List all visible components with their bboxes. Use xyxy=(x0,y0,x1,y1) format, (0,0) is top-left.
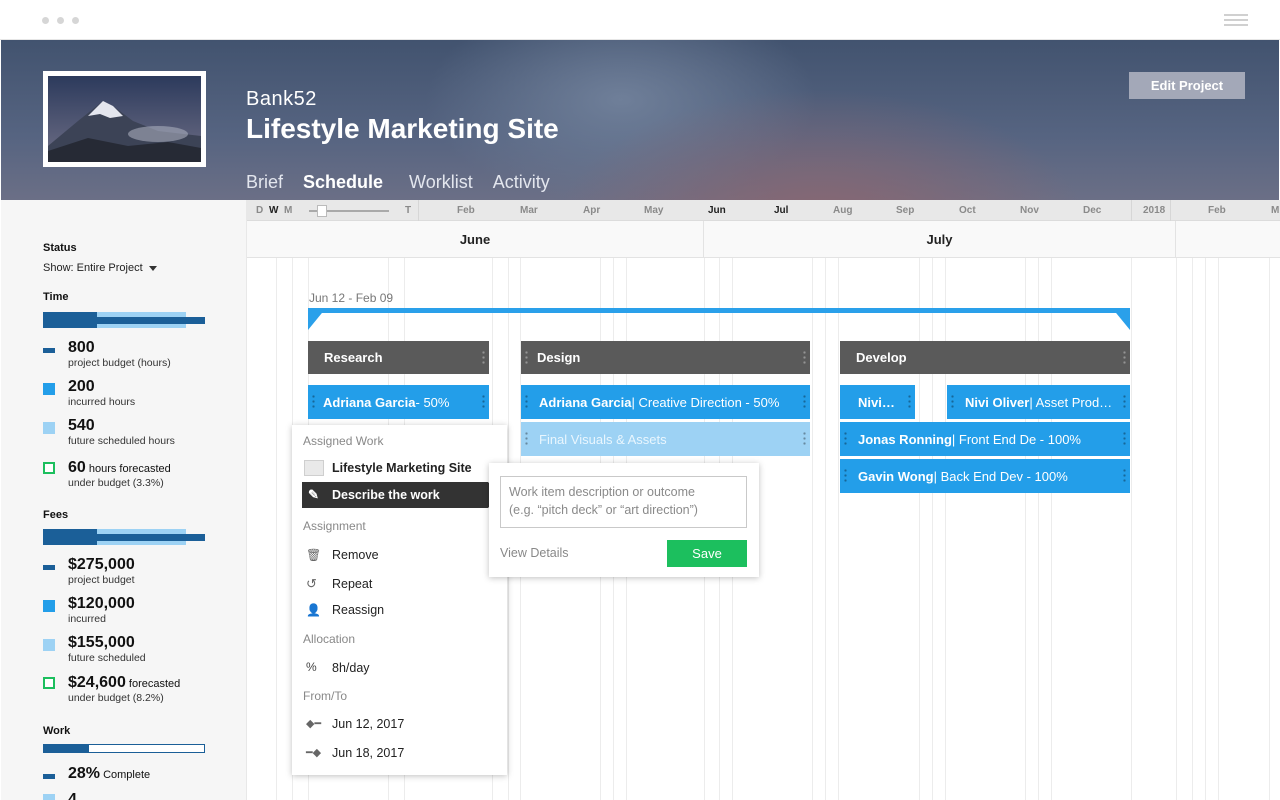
describe-work-item[interactable]: ✎ Describe the work xyxy=(302,482,500,508)
project-date-range: Jun 12 - Feb 09 xyxy=(309,291,394,305)
allocation-value[interactable]: 8h/day xyxy=(332,661,370,675)
caret-down-icon xyxy=(148,265,157,271)
month-header-june: June xyxy=(247,221,704,258)
work-label: Work xyxy=(43,725,71,737)
task-bar[interactable]: Jonas Ronning | Front End De - 100% xyxy=(840,422,1130,456)
start-date-icon: ◆━ xyxy=(306,718,322,730)
repeat-icon: ↺ xyxy=(306,576,317,591)
fees-label: Fees xyxy=(43,509,69,521)
ruler-month[interactable]: Jul xyxy=(774,205,788,216)
task-bar[interactable]: Final Visuals & Assets xyxy=(521,422,810,456)
task-bar[interactable]: Nivi Oliver | Asset Prod… xyxy=(947,385,1130,419)
phase-label: Research xyxy=(324,350,383,365)
mountain-photo-icon xyxy=(48,76,201,162)
time-label: Time xyxy=(43,291,69,303)
client-name: Bank52 xyxy=(246,88,317,110)
zoom-week[interactable]: W xyxy=(269,205,278,216)
remove-menu-item[interactable]: Remove xyxy=(332,548,379,562)
phase-label: Develop xyxy=(856,350,907,365)
assignment-header: Assignment xyxy=(303,519,366,533)
window-dot-icon xyxy=(57,17,64,24)
ruler-month[interactable]: M xyxy=(1271,205,1279,216)
ruler-month[interactable]: Feb xyxy=(1208,205,1226,216)
page-title: Lifestyle Marketing Site xyxy=(246,113,559,144)
ruler-month[interactable]: Feb xyxy=(457,205,475,216)
describe-work-popover: View Details Save xyxy=(489,463,759,577)
ruler-month[interactable]: Nov xyxy=(1020,205,1039,216)
pencil-icon: ✎ xyxy=(308,487,319,502)
month-header-july: July xyxy=(704,221,1176,258)
assignment-context-menu: Assigned Work Lifestyle Marketing Site ✎… xyxy=(292,425,507,775)
project-span-bar[interactable] xyxy=(308,308,1130,330)
tab-worklist[interactable]: Worklist xyxy=(409,172,473,193)
ruler-month[interactable]: May xyxy=(644,205,663,216)
hamburger-menu-icon[interactable] xyxy=(1224,14,1248,29)
project-header: Bank52 Lifestyle Marketing Site Brief Sc… xyxy=(1,40,1279,200)
save-button[interactable]: Save xyxy=(667,540,747,567)
to-date[interactable]: Jun 18, 2017 xyxy=(332,746,404,760)
ruler-month[interactable]: Dec xyxy=(1083,205,1101,216)
task-bar[interactable]: Gavin Wong | Back End Dev - 100% xyxy=(840,459,1130,493)
window-chrome xyxy=(0,0,1280,40)
work-description-input[interactable] xyxy=(500,476,747,528)
ruler-year[interactable]: 2018 xyxy=(1143,205,1165,216)
tab-activity[interactable]: Activity xyxy=(493,172,550,193)
task-bar[interactable]: Nivi… xyxy=(840,385,915,419)
tab-brief[interactable]: Brief xyxy=(246,172,283,193)
show-filter-dropdown[interactable]: Show: Entire Project xyxy=(43,262,157,274)
fees-budget-bar xyxy=(43,529,205,545)
tab-schedule[interactable]: Schedule xyxy=(303,172,383,193)
sidebar: Status Show: Entire Project Time 800 proj… xyxy=(1,200,247,800)
show-filter-label: Show: Entire Project xyxy=(43,262,143,274)
end-date-icon: ━◆ xyxy=(306,747,322,759)
window-dot-icon xyxy=(72,17,79,24)
from-to-header: From/To xyxy=(303,689,348,703)
edit-project-button[interactable]: Edit Project xyxy=(1129,72,1245,99)
trash-icon: 🗑 xyxy=(306,548,322,562)
month-header-next xyxy=(1176,221,1280,258)
zoom-day[interactable]: D xyxy=(256,205,263,216)
ruler-month[interactable]: Aug xyxy=(833,205,852,216)
ruler-month[interactable]: Sep xyxy=(896,205,914,216)
from-date[interactable]: Jun 12, 2017 xyxy=(332,717,404,731)
work-item-checkbox[interactable] xyxy=(304,460,324,476)
phase-label: Design xyxy=(537,350,581,365)
ruler-month[interactable]: Mar xyxy=(520,205,538,216)
view-details-link[interactable]: View Details xyxy=(500,546,569,560)
zoom-slider-handle[interactable] xyxy=(317,205,327,217)
work-progress-bar xyxy=(43,744,205,753)
work-progress-fill xyxy=(44,745,89,752)
phase-research[interactable]: Research xyxy=(308,341,489,374)
ruler-month[interactable]: Jun xyxy=(708,205,726,216)
assigned-work-header: Assigned Work xyxy=(303,434,384,448)
window-dot-icon xyxy=(42,17,49,24)
describe-work-label: Describe the work xyxy=(332,488,440,502)
phase-develop[interactable]: Develop xyxy=(840,341,1130,374)
ruler-month[interactable]: Oct xyxy=(959,205,976,216)
timeline-ruler: D W M T Feb Mar Apr May Jun Jul Aug Sep … xyxy=(247,200,1280,221)
time-budget-bar xyxy=(43,312,205,328)
reassign-menu-item[interactable]: Reassign xyxy=(332,603,384,617)
task-bar[interactable]: Adriana Garcia - 50% xyxy=(308,385,489,419)
percent-icon: % xyxy=(306,660,317,674)
zoom-total[interactable]: T xyxy=(405,205,411,216)
ruler-month[interactable]: Apr xyxy=(583,205,600,216)
project-tabs: Brief Schedule Worklist Activity xyxy=(246,172,550,193)
person-icon: 👤 xyxy=(306,603,321,617)
project-work-item[interactable]: Lifestyle Marketing Site xyxy=(332,461,472,475)
allocation-header: Allocation xyxy=(303,632,356,646)
task-bar[interactable]: Adriana Garcia | Creative Direction - 50… xyxy=(521,385,810,419)
phase-design[interactable]: Design xyxy=(521,341,810,374)
project-thumbnail xyxy=(43,71,206,167)
repeat-menu-item[interactable]: Repeat xyxy=(332,577,372,591)
status-label: Status xyxy=(43,242,77,254)
zoom-month[interactable]: M xyxy=(284,205,292,216)
